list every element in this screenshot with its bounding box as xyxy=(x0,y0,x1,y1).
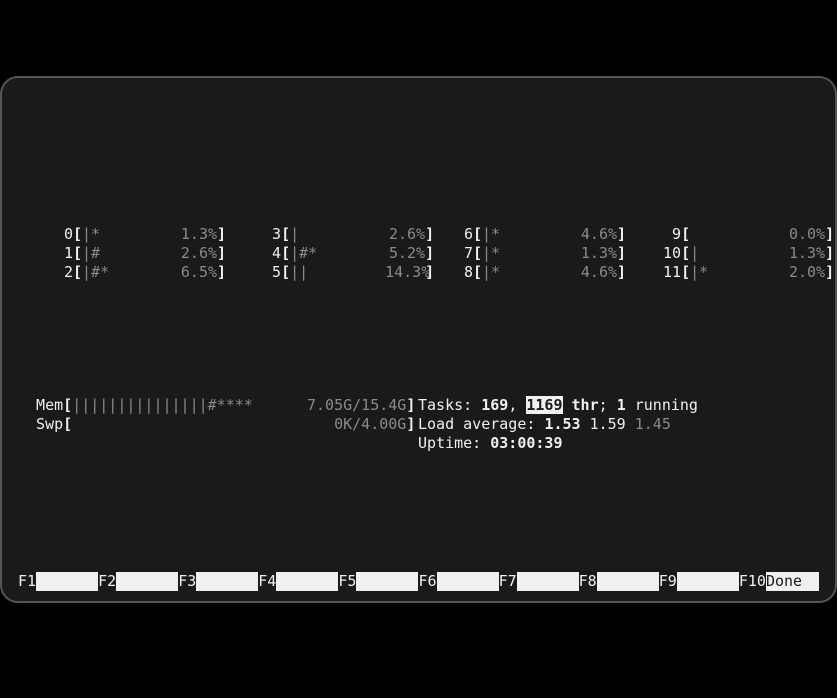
cpu-meter-0: 0[|*1.3%] xyxy=(18,225,226,244)
mem-meter: Mem[|||||||||||||||#**** 7.05G/15.4G] xyxy=(18,396,418,415)
colors-panel: Colors [ ] Default[x] Monochromatic[ ] B… xyxy=(188,594,819,603)
footer-bar: F1 F2 F3 F4 F5 F6 F7 F8 F9 F10Done xyxy=(18,572,819,591)
cpu-meter-2: 2[|#*6.5%] xyxy=(18,263,226,282)
swp-meter: Swp[ 0K/4.00G] xyxy=(18,415,418,434)
tasks-line: Tasks: 169, 1169 thr; 1 running xyxy=(418,396,818,415)
cpu-meter-4: 4[|#*5.2%] xyxy=(226,244,434,263)
cpu-meter-7: 7[|*1.3%] xyxy=(418,244,626,263)
fkey-f4[interactable]: F4 xyxy=(258,572,338,591)
uptime-line: Uptime: 03:00:39 xyxy=(418,434,818,453)
cpu-meter-3: 3[|2.6%] xyxy=(226,225,434,244)
cpu-meter-8: 8[|*4.6%] xyxy=(418,263,626,282)
fkey-f1[interactable]: F1 xyxy=(18,572,98,591)
cpu-meter-10: 10[|1.3%] xyxy=(626,244,834,263)
load-line: Load average: 1.53 1.59 1.45 xyxy=(418,415,818,434)
cpu-meter-5: 5[||14.3%] xyxy=(226,263,434,282)
terminal-window: 0[|*1.3%]3[|2.6%]1[|#2.6%]4[|#*5.2%]2[|#… xyxy=(0,76,837,603)
fkey-f2[interactable]: F2 xyxy=(98,572,178,591)
fkey-f5[interactable]: F5 xyxy=(338,572,418,591)
cpu-meter-6: 6[|*4.6%] xyxy=(418,225,626,244)
fkey-f10[interactable]: F10Done xyxy=(739,572,819,591)
setup-panels: Setup MetersDisplay optionsColorsColumns… xyxy=(18,594,819,603)
fkey-f8[interactable]: F8 xyxy=(579,572,659,591)
fkey-f9[interactable]: F9 xyxy=(659,572,739,591)
cpu-meter-9: 9[0.0%] xyxy=(626,225,834,244)
fkey-f3[interactable]: F3 xyxy=(178,572,258,591)
cpu-meter-1: 1[|#2.6%] xyxy=(18,244,226,263)
fkey-f6[interactable]: F6 xyxy=(418,572,498,591)
header-meters: 0[|*1.3%]3[|2.6%]1[|#2.6%]4[|#*5.2%]2[|#… xyxy=(18,149,819,529)
cpu-meter-11: 11[|*2.0%] xyxy=(626,263,834,282)
fkey-f7[interactable]: F7 xyxy=(499,572,579,591)
setup-menu: Setup MetersDisplay optionsColorsColumns xyxy=(18,594,188,603)
